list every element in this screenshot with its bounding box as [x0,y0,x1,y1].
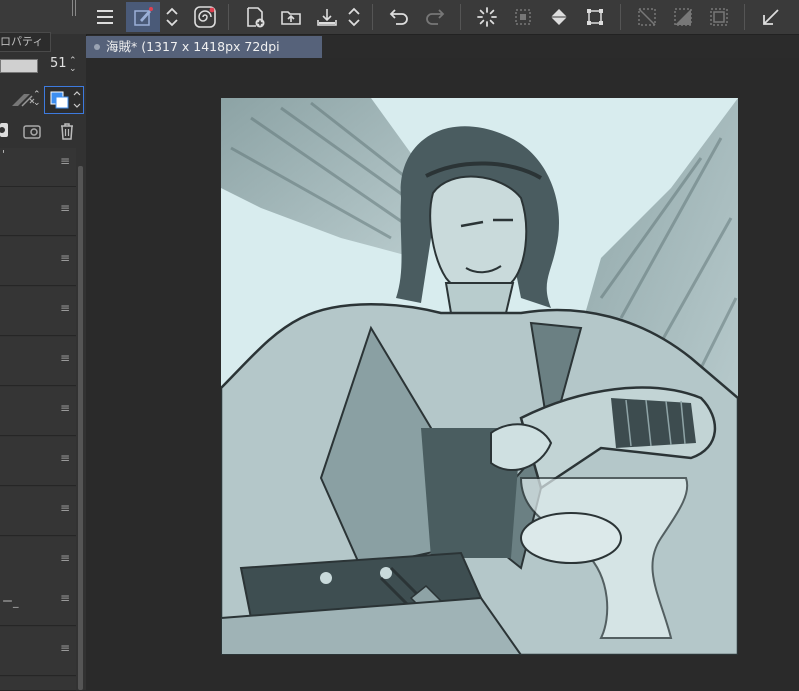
layer-scrollbar[interactable] [78,166,83,690]
select-all-button[interactable] [508,2,538,32]
list-item[interactable]: ー_ ≡ [0,577,76,626]
selection-border-icon [710,8,728,26]
layer-menu-icon[interactable]: ≡ [60,301,70,315]
mode-stepper[interactable] [162,2,182,32]
transform-button[interactable] [580,2,610,32]
list-item[interactable]: ≡ [0,487,76,536]
open-button[interactable] [276,2,306,32]
opacity-stepper[interactable]: ⌃ ⌄ [69,57,77,74]
loading-indicator [472,2,502,32]
transform-icon [587,9,603,25]
fill-icon [551,9,567,25]
edit-brush-icon [134,7,153,26]
layer-menu-icon[interactable]: ≡ [60,641,70,655]
selection-border-button[interactable] [704,2,734,32]
mask-icon[interactable] [0,122,8,138]
deselect-icon [638,8,656,26]
blend-mode-stepper[interactable]: ⌃ ⌄ [33,91,41,108]
layer-menu-icon[interactable]: ≡ [60,154,70,168]
undo-button[interactable] [384,2,414,32]
save-options-stepper[interactable] [344,2,364,32]
list-item[interactable]: ≡ [0,437,76,486]
document-tab[interactable]: 海賊* (1317 x 1418px 72dpi 64.2%) [86,36,322,76]
layer-menu-icon[interactable]: ≡ [60,551,70,565]
tab-close-dot-icon[interactable] [94,44,100,50]
redo-icon [426,9,445,25]
tab-property[interactable]: ロパティ [0,32,51,52]
list-item[interactable]: ≡ [0,387,76,436]
spiral-logo-icon [194,6,216,28]
layer-menu-icon[interactable]: ≡ [60,591,70,605]
new-canvas-icon [247,7,265,28]
panel-grip-handle[interactable] [72,0,80,16]
new-canvas-button[interactable] [240,2,270,32]
up-down-icon [166,7,178,27]
opacity-value: 51 [50,56,67,71]
menu-icon [97,10,113,24]
menu-button[interactable] [90,2,120,32]
layer-panel: ロパティ 51 ⌃ ⌄ ⌃ ⌄ ' ≡ ≡ ≡ ≡ ≡ ≡ ≡ ≡ ≡ ー_ ≡… [0,0,87,691]
trash-icon[interactable] [58,121,76,141]
list-item[interactable]: ≡ [0,187,76,236]
deselect-button[interactable] [632,2,662,32]
select-all-icon [515,9,531,25]
move-button[interactable] [756,2,786,32]
layer-menu-icon[interactable]: ≡ [60,351,70,365]
loading-spinner-icon [477,7,497,27]
list-item[interactable]: ≡ [0,287,76,336]
layer-list: ' ≡ ≡ ≡ ≡ ≡ ≡ ≡ ≡ ≡ ー_ ≡ ≡ [0,148,76,691]
save-button[interactable] [312,2,342,32]
layer-menu-icon[interactable]: ≡ [60,251,70,265]
command-bar [86,0,799,35]
fill-button[interactable] [544,2,574,32]
list-item[interactable]: ≡ [0,237,76,286]
save-icon [317,9,337,26]
layer-menu-icon[interactable]: ≡ [60,501,70,515]
list-item[interactable]: ≡ [0,337,76,386]
invert-selection-button[interactable] [668,2,698,32]
layer-menu-icon[interactable]: ≡ [60,451,70,465]
invert-selection-icon [674,8,692,26]
layer-menu-icon[interactable]: ≡ [60,401,70,415]
layer-actions-row [0,120,86,142]
list-item[interactable]: ≡ [0,627,76,676]
artwork-illustration [221,98,738,655]
layer-color-button[interactable] [44,86,84,114]
list-item[interactable] [0,677,76,691]
undo-icon [389,9,408,25]
move-arrow-icon [763,9,779,25]
new-layer-folder-icon[interactable] [22,122,44,140]
save-options-icon [348,7,360,27]
app-logo-button[interactable] [190,2,220,32]
list-item[interactable]: ' ≡ [0,148,76,187]
edit-mode-button[interactable] [126,2,160,32]
layer-menu-icon[interactable]: ≡ [60,201,70,215]
redo-button[interactable] [420,2,450,32]
open-folder-icon [281,11,301,25]
drawing-canvas[interactable] [221,98,738,655]
opacity-slider[interactable] [0,59,38,73]
